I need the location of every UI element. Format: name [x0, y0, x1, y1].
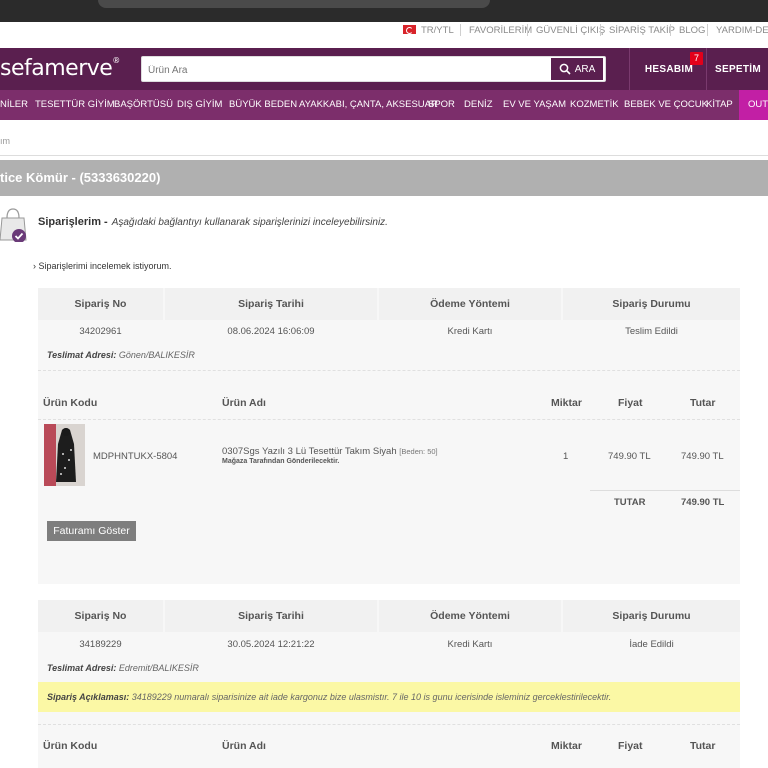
order-status: İade Edildi: [629, 639, 674, 650]
page: TR/YTL FAVORİLERİM GÜVENLİ ÇIKIŞ SİPARİŞ…: [0, 0, 768, 768]
search-icon: [559, 63, 571, 75]
category-item[interactable]: KİTAP: [706, 99, 733, 110]
cart-button[interactable]: SEPETİM: [708, 48, 768, 90]
category-item[interactable]: BÜYÜK BEDEN: [229, 99, 297, 110]
search-button[interactable]: ARA: [550, 57, 604, 81]
order-payment: Kredi Kartı: [447, 639, 493, 650]
product-thumbnail[interactable]: [44, 424, 85, 486]
col-product-name: Ürün Adı: [222, 397, 266, 409]
category-item[interactable]: TESETTÜR GİYİM: [35, 99, 115, 110]
favorites-link[interactable]: FAVORİLERİM: [469, 25, 532, 36]
order-date: 30.05.2024 12:21:22: [227, 639, 315, 650]
orders-section-title: Siparişlerim - Aşağıdaki bağlantıyı kulla…: [38, 216, 388, 228]
col-total: Tutar: [690, 740, 716, 752]
product-code: MDPHNTUKX-5804: [93, 451, 178, 462]
category-item[interactable]: EV VE YAŞAM: [503, 99, 566, 110]
utility-bar: TR/YTL FAVORİLERİM GÜVENLİ ÇIKIŞ SİPARİŞ…: [0, 22, 768, 40]
col-product-code: Ürün Kodu: [43, 397, 98, 409]
col-product-code: Ürün Kodu: [43, 740, 98, 752]
order-total-value: 749.90 TL: [681, 497, 725, 508]
order-no[interactable]: 34202961: [38, 326, 163, 337]
header-order-no: Sipariş No: [38, 288, 163, 320]
search-box: [141, 56, 606, 82]
category-item[interactable]: KOZMETİK: [570, 99, 619, 110]
user-info-bar: tice Kömür - (5333630220): [0, 160, 768, 196]
header-order-date: Sipariş Tarihi: [165, 600, 377, 632]
order-status: Teslim Edildi: [625, 326, 678, 337]
category-item[interactable]: DENİZ: [464, 99, 493, 110]
order-total-label: TUTAR: [614, 497, 646, 508]
show-invoice-button[interactable]: Faturamı Göster: [47, 521, 136, 541]
product-name[interactable]: 0307Sgs Yazılı 3 Lü Tesettür Takım Siyah…: [222, 446, 438, 457]
orders-bag-icon: [0, 208, 27, 242]
category-item[interactable]: AYAKKABI, ÇANTA, AKSESUAR: [299, 99, 438, 110]
product-total: 749.90 TL: [681, 451, 724, 462]
header-order-date: Sipariş Tarihi: [165, 288, 377, 320]
delivery-address: Teslimat Adresi: Gönen/BALIKESİR: [47, 350, 195, 360]
product-seller-note: Mağaza Tarafından Gönderilecektir.: [222, 458, 340, 465]
header-status: Sipariş Durumu: [563, 600, 740, 632]
turkey-flag-icon: [403, 25, 416, 34]
col-quantity: Miktar: [551, 740, 582, 752]
category-item-outlet[interactable]: OUTLET: [739, 90, 768, 120]
order-note-banner: Sipariş Açıklaması: 34189229 numaralı si…: [38, 682, 740, 712]
header-order-no: Sipariş No: [38, 600, 163, 632]
blog-link[interactable]: BLOG: [679, 25, 705, 36]
order-payment: Kredi Kartı: [447, 326, 493, 337]
product-price: 749.90 TL: [608, 451, 651, 462]
category-item[interactable]: BEBEK VE ÇOCUK: [624, 99, 708, 110]
category-item[interactable]: DIŞ GİYİM: [177, 99, 222, 110]
search-button-label: ARA: [574, 63, 596, 75]
header-payment: Ödeme Yöntemi: [379, 288, 561, 320]
col-price: Fiyat: [618, 397, 643, 409]
order-header-row: Sipariş No Sipariş Tarihi Ödeme Yöntemi …: [38, 600, 740, 632]
order-no[interactable]: 34189229: [38, 639, 163, 650]
order-header-row: Sipariş No Sipariş Tarihi Ödeme Yöntemi …: [38, 288, 740, 320]
category-item[interactable]: BAŞÖRTÜSÜ: [114, 99, 173, 110]
user-name: tice Kömür - (5333630220): [0, 170, 161, 185]
view-orders-link[interactable]: › Siparişlerimi incelemek istiyorum.: [33, 261, 172, 271]
secure-logout-link[interactable]: GÜVENLİ ÇIKIŞ: [536, 25, 605, 36]
order-tracking-link[interactable]: SİPARİŞ TAKİP: [609, 25, 675, 36]
col-price: Fiyat: [618, 740, 643, 752]
site-header: sefamerve® ARA HESABIM 7 SEPETİM: [0, 48, 768, 90]
breadcrumb[interactable]: ım: [0, 136, 10, 146]
language-link[interactable]: TR/YTL: [421, 25, 454, 36]
col-total: Tutar: [690, 397, 716, 409]
help-support-link[interactable]: YARDIM-DESTEK: [716, 25, 768, 36]
category-item[interactable]: SPOR: [428, 99, 455, 110]
header-payment: Ödeme Yöntemi: [379, 600, 561, 632]
col-product-name: Ürün Adı: [222, 740, 266, 752]
order-date: 08.06.2024 16:06:09: [227, 326, 315, 337]
col-quantity: Miktar: [551, 397, 582, 409]
delivery-address: Teslimat Adresi: Edremit/BALIKESİR: [47, 663, 199, 673]
site-logo[interactable]: sefamerve®: [0, 56, 120, 81]
account-notification-badge: 7: [690, 52, 703, 65]
browser-top-strip: [0, 0, 768, 22]
search-input[interactable]: [148, 62, 543, 78]
header-status: Sipariş Durumu: [563, 288, 740, 320]
product-quantity: 1: [563, 451, 569, 462]
category-item[interactable]: NİLER: [0, 99, 28, 110]
category-nav: NİLER TESETTÜR GİYİM BAŞÖRTÜSÜ DIŞ GİYİM…: [0, 90, 768, 120]
